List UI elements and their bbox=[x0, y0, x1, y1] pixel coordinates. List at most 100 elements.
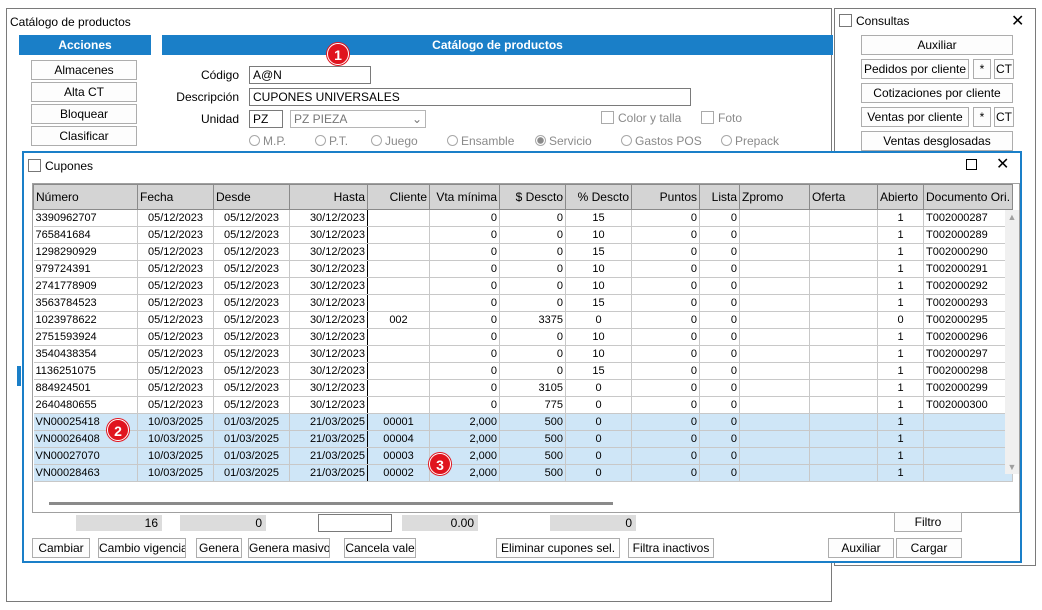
cotizaciones-cliente-button[interactable]: Cotizaciones por cliente bbox=[861, 83, 1013, 103]
table-row[interactable]: 3390962707 05/12/2023 05/12/2023 30/12/2023… bbox=[33, 209, 1014, 227]
table-cell bbox=[739, 294, 810, 312]
table-cell: 30/12/2023 bbox=[289, 226, 368, 244]
color-talla-checkbox[interactable]: Color y talla bbox=[601, 111, 681, 125]
table-cell: 0 bbox=[877, 311, 924, 329]
col-zpromo[interactable]: Zpromo bbox=[739, 184, 810, 210]
table-cell: 0 bbox=[699, 362, 740, 380]
radio-juego[interactable]: Juego bbox=[371, 134, 418, 148]
table-cell: T002000290 bbox=[923, 243, 1014, 261]
ventas-ct-button[interactable]: CT bbox=[994, 107, 1014, 127]
col-lista[interactable]: Lista bbox=[699, 184, 740, 210]
table-row[interactable]: VN00026408 10/03/2025 01/03/2025 21/03/2025… bbox=[33, 430, 1014, 448]
radio-icon bbox=[371, 135, 382, 146]
ventas-desglosadas-button[interactable]: Ventas desglosadas bbox=[861, 131, 1013, 151]
table-row[interactable]: 3540438354 05/12/2023 05/12/2023 30/12/2023… bbox=[33, 345, 1014, 363]
table-cell: 2,000 bbox=[429, 430, 500, 448]
table-cell bbox=[923, 413, 1014, 431]
col-puntos[interactable]: Puntos bbox=[631, 184, 700, 210]
table-cell: 0 bbox=[631, 362, 700, 380]
table-row[interactable]: 2741778909 05/12/2023 05/12/2023 30/12/2023… bbox=[33, 277, 1014, 295]
radio-gastos-pos[interactable]: Gastos POS bbox=[621, 134, 702, 148]
filtra-inactivos-button[interactable]: Filtra inactivos bbox=[628, 538, 714, 558]
pedidos-cliente-button[interactable]: Pedidos por cliente bbox=[861, 59, 969, 79]
ventas-star-button[interactable]: * bbox=[973, 107, 991, 127]
table-cell: 3563784523 bbox=[33, 294, 138, 312]
close-icon[interactable]: ✕ bbox=[996, 154, 1009, 174]
pedidos-star-button[interactable]: * bbox=[973, 59, 991, 79]
col-oferta[interactable]: Oferta bbox=[809, 184, 878, 210]
radio-servicio[interactable]: Servicio bbox=[535, 134, 592, 148]
table-row[interactable]: 2751593924 05/12/2023 05/12/2023 30/12/2023… bbox=[33, 328, 1014, 346]
pedidos-ct-button[interactable]: CT bbox=[994, 59, 1014, 79]
filtro-button[interactable]: Filtro bbox=[894, 512, 962, 532]
genera-button[interactable]: Genera bbox=[196, 538, 242, 558]
col-descto-monto[interactable]: $ Descto bbox=[499, 184, 566, 210]
scroll-down-icon[interactable]: ▼ bbox=[1005, 460, 1019, 474]
table-cell bbox=[367, 294, 430, 312]
radio-pt[interactable]: P.T. bbox=[315, 134, 348, 148]
table-row[interactable]: 979724391 05/12/2023 05/12/2023 30/12/2023 0… bbox=[33, 260, 1014, 278]
cargar-button[interactable]: Cargar bbox=[896, 538, 962, 558]
table-cell: 30/12/2023 bbox=[289, 396, 368, 414]
table-cell: 15 bbox=[565, 294, 632, 312]
col-numero[interactable]: Número bbox=[33, 184, 138, 210]
cambiar-button[interactable]: Cambiar bbox=[32, 538, 90, 558]
col-vta-minima[interactable]: Vta mínima bbox=[429, 184, 500, 210]
table-header-row: Número Fecha Desde Hasta Cliente Vta mín… bbox=[33, 184, 1014, 210]
almacenes-button[interactable]: Almacenes bbox=[31, 60, 137, 80]
scroll-up-icon[interactable]: ▲ bbox=[1005, 210, 1019, 224]
col-abierto[interactable]: Abierto bbox=[877, 184, 924, 210]
table-cell: 05/12/2023 bbox=[137, 379, 214, 397]
cancela-vale-button[interactable]: Cancela vale bbox=[344, 538, 416, 558]
radio-mp[interactable]: M.P. bbox=[249, 134, 286, 148]
consultas-auxiliar-button[interactable]: Auxiliar bbox=[861, 35, 1013, 55]
codigo-field[interactable]: A@N bbox=[249, 66, 371, 84]
radio-ensamble[interactable]: Ensamble bbox=[447, 134, 514, 148]
horizontal-scrollbar[interactable] bbox=[49, 502, 613, 505]
table-row[interactable]: 765841684 05/12/2023 05/12/2023 30/12/2023 0… bbox=[33, 226, 1014, 244]
table-cell: 01/03/2025 bbox=[213, 447, 290, 465]
table-row[interactable]: 1023978622 05/12/2023 05/12/2023 30/12/2023… bbox=[33, 311, 1014, 329]
table-row[interactable]: 1136251075 05/12/2023 05/12/2023 30/12/2023… bbox=[33, 362, 1014, 380]
unidad-select[interactable]: PZ PIEZA ⌄ bbox=[290, 110, 426, 128]
cambio-vigencia-button[interactable]: Cambio vigencia bbox=[98, 538, 186, 558]
table-row[interactable]: VN00025418 10/03/2025 01/03/2025 21/03/2025… bbox=[33, 413, 1014, 431]
table-row[interactable]: 884924501 05/12/2023 05/12/2023 30/12/2023 0… bbox=[33, 379, 1014, 397]
close-icon[interactable]: ✕ bbox=[1011, 11, 1024, 31]
ventas-cliente-button[interactable]: Ventas por cliente bbox=[861, 107, 969, 127]
table-cell: 10/03/2025 bbox=[137, 413, 214, 431]
bloquear-button[interactable]: Bloquear bbox=[31, 104, 137, 124]
alta-ct-button[interactable]: Alta CT bbox=[31, 82, 137, 102]
col-fecha[interactable]: Fecha bbox=[137, 184, 214, 210]
summary-input[interactable] bbox=[318, 514, 392, 532]
table-cell: 0 bbox=[631, 413, 700, 431]
genera-masivo-button[interactable]: Genera masivo bbox=[248, 538, 330, 558]
col-cliente[interactable]: Cliente bbox=[367, 184, 430, 210]
maximize-icon[interactable] bbox=[966, 159, 977, 170]
eliminar-cupones-button[interactable]: Eliminar cupones sel. bbox=[496, 538, 620, 558]
table-row[interactable]: VN00027070 10/03/2025 01/03/2025 21/03/2025… bbox=[33, 447, 1014, 465]
table-cell: 10/03/2025 bbox=[137, 447, 214, 465]
table-cell: 05/12/2023 bbox=[213, 396, 290, 414]
table-cell: 0 bbox=[631, 447, 700, 465]
clasificar-button[interactable]: Clasificar bbox=[31, 126, 137, 146]
table-cell: 0 bbox=[631, 209, 700, 227]
descripcion-field[interactable]: CUPONES UNIVERSALES bbox=[249, 88, 691, 106]
table-row[interactable]: 2640480655 05/12/2023 05/12/2023 30/12/2023… bbox=[33, 396, 1014, 414]
col-desde[interactable]: Desde bbox=[213, 184, 290, 210]
unidad-code-field[interactable]: PZ bbox=[249, 110, 283, 128]
table-row[interactable]: 3563784523 05/12/2023 05/12/2023 30/12/2023… bbox=[33, 294, 1014, 312]
table-cell: 21/03/2025 bbox=[289, 413, 368, 431]
radio-icon bbox=[315, 135, 326, 146]
col-descto-pct[interactable]: % Descto bbox=[565, 184, 632, 210]
col-documento-ori[interactable]: Documento Ori. bbox=[922, 184, 1014, 210]
radio-prepack[interactable]: Prepack bbox=[721, 134, 779, 148]
foto-checkbox[interactable]: Foto bbox=[701, 111, 742, 125]
vertical-scrollbar[interactable]: ▲ ▼ bbox=[1005, 210, 1019, 474]
table-cell: 05/12/2023 bbox=[213, 243, 290, 261]
table-cell: 0 bbox=[631, 243, 700, 261]
col-hasta[interactable]: Hasta bbox=[289, 184, 368, 210]
auxiliar-button[interactable]: Auxiliar bbox=[828, 538, 894, 558]
table-row[interactable]: VN00028463 10/03/2025 01/03/2025 21/03/2025… bbox=[33, 464, 1014, 482]
table-row[interactable]: 1298290929 05/12/2023 05/12/2023 30/12/2023… bbox=[33, 243, 1014, 261]
